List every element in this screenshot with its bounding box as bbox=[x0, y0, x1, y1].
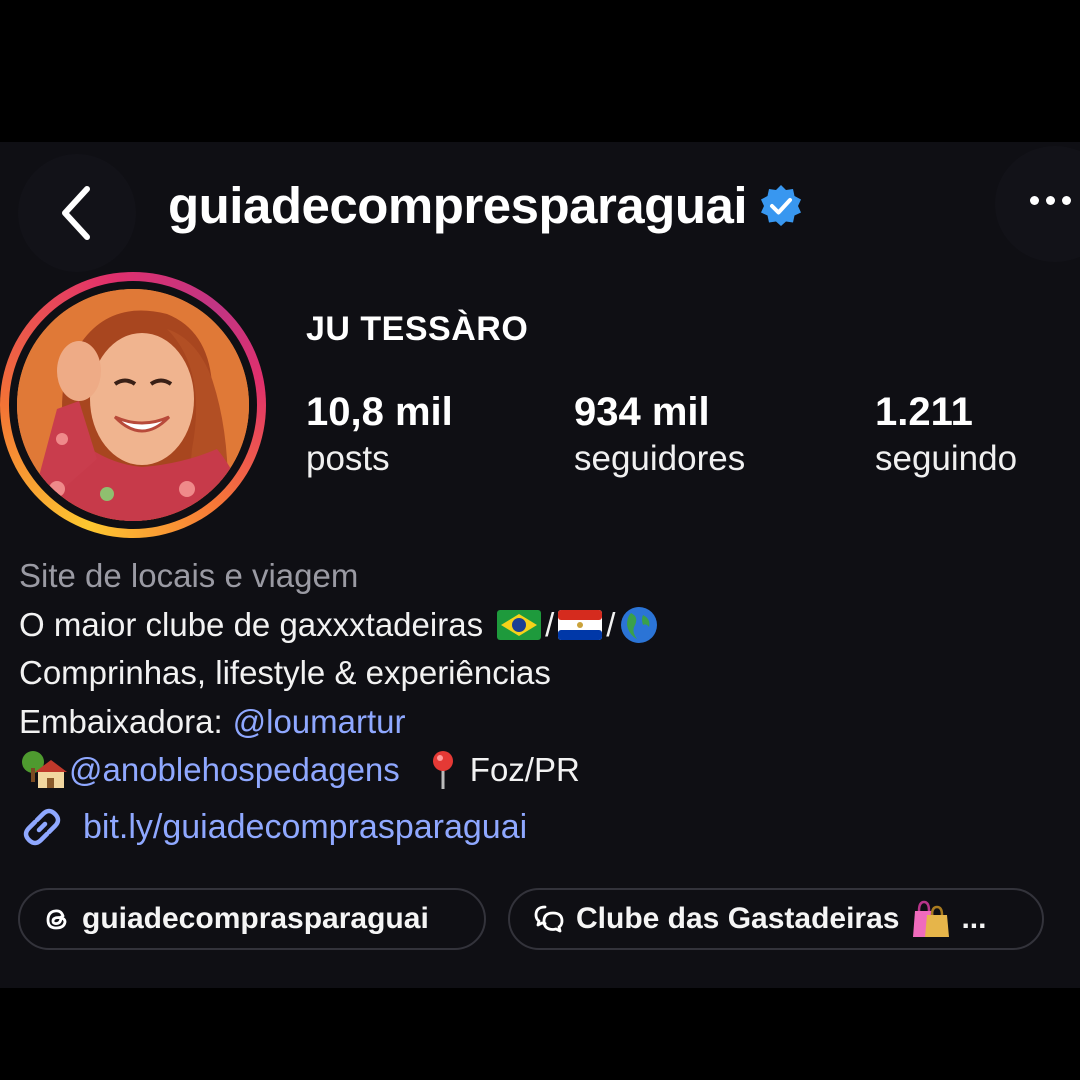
more-icon[interactable] bbox=[1030, 196, 1071, 205]
stat-label: posts bbox=[306, 439, 390, 478]
threads-icon bbox=[46, 909, 67, 930]
back-button[interactable] bbox=[18, 154, 136, 272]
chevron-left-icon bbox=[62, 186, 90, 240]
channel-icon bbox=[534, 905, 564, 933]
stat-label: seguidores bbox=[574, 439, 746, 478]
stat-followers[interactable]: 934 mil seguidores bbox=[574, 390, 745, 484]
stat-label: seguindo bbox=[875, 439, 1018, 478]
bio-category: Site de locais e viagem bbox=[19, 557, 359, 594]
profile-link[interactable]: bit.ly/guiadecomprasparaguai bbox=[19, 804, 527, 850]
profile-header: guiadecompresparaguai bbox=[168, 170, 803, 240]
bio-text: Embaixadora: bbox=[19, 702, 223, 740]
bio-text: O maior clube de gaxxxtadeiras bbox=[19, 605, 484, 643]
separator: / bbox=[606, 605, 616, 643]
stat-posts[interactable]: 10,8 mil posts bbox=[306, 390, 453, 484]
display-name: JU TESSÀRO bbox=[306, 310, 529, 348]
username-title: guiadecompresparaguai bbox=[168, 176, 748, 234]
chip-ellipsis: ... bbox=[961, 902, 987, 935]
separator: / bbox=[545, 605, 555, 643]
pin-icon bbox=[432, 751, 453, 790]
bio-line-3: Embaixadora: @loumartur bbox=[19, 698, 1059, 747]
brazil-flag-icon bbox=[497, 609, 542, 640]
shopping-bags-icon bbox=[913, 900, 950, 937]
threads-chip[interactable]: guiadecomprasparaguai bbox=[18, 888, 486, 950]
house-tree-icon bbox=[22, 751, 67, 789]
profile-screen: guiadecompresparaguai JU TESSÀRO 10,8 mi… bbox=[0, 142, 1080, 988]
bio-line-2: Comprinhas, lifestyle & experiências bbox=[19, 654, 551, 691]
bio: Site de locais e viagem O maior clube de… bbox=[19, 552, 1059, 795]
avatar[interactable] bbox=[17, 289, 249, 521]
chip-label: guiadecomprasparaguai bbox=[82, 902, 429, 935]
mention-link[interactable]: @loumartur bbox=[233, 698, 406, 747]
globe-icon bbox=[621, 606, 658, 643]
channel-chip[interactable]: Clube das Gastadeiras ... bbox=[508, 888, 1044, 950]
paraguay-flag-icon bbox=[558, 609, 603, 640]
link-text[interactable]: bit.ly/guiadecomprasparaguai bbox=[83, 808, 527, 847]
mention-link[interactable]: @anoblehospedagens bbox=[69, 746, 400, 795]
chip-label: Clube das Gastadeiras bbox=[576, 902, 900, 935]
story-ring[interactable] bbox=[0, 272, 266, 538]
link-icon bbox=[23, 808, 61, 846]
stat-following[interactable]: 1.211 seguindo bbox=[875, 390, 1017, 484]
bio-line-1: O maior clube de gaxxxtadeiras / / bbox=[19, 601, 1059, 650]
avatar-photo bbox=[17, 289, 249, 521]
location-text: Foz/PR bbox=[469, 751, 580, 788]
verified-badge-icon bbox=[761, 185, 802, 226]
stat-value: 10,8 mil bbox=[306, 390, 453, 434]
bio-line-4: @anoblehospedagens Foz/PR bbox=[19, 746, 1059, 795]
stat-value: 1.211 bbox=[875, 390, 973, 434]
stat-value: 934 mil bbox=[574, 390, 710, 434]
